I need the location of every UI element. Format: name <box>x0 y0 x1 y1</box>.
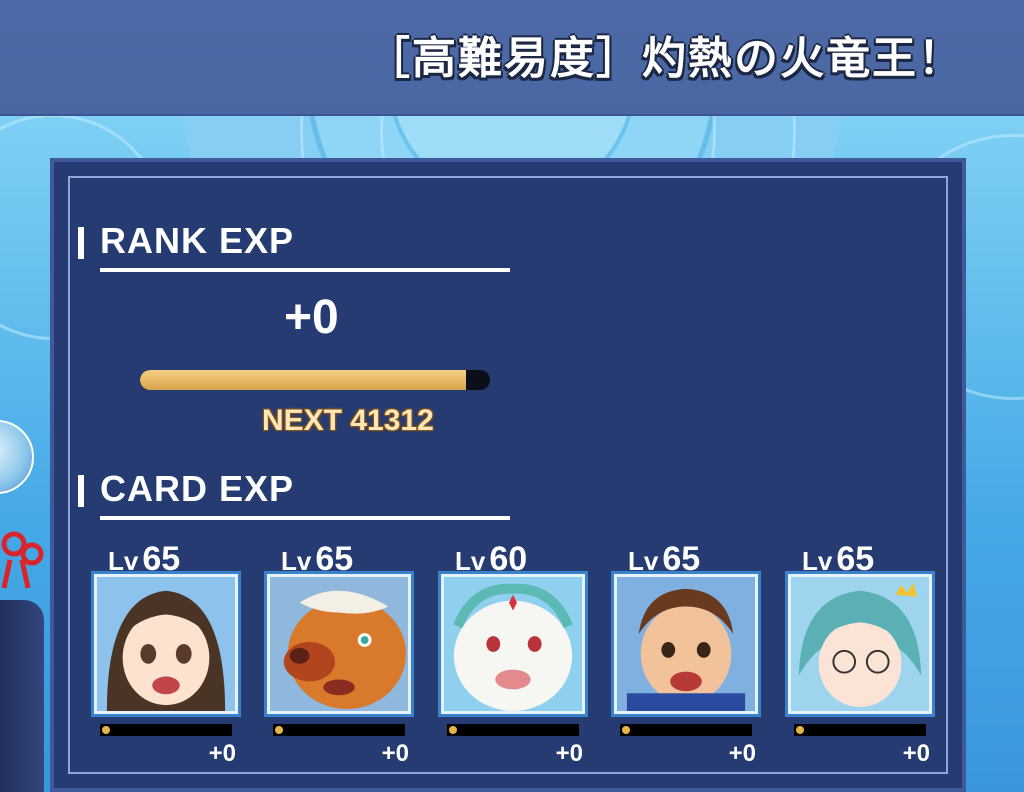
bear-beast-portrait[interactable] <box>264 571 414 717</box>
rank-exp-divider <box>100 268 510 272</box>
quest-header: ［高難易度］灼熱の火竜王！ <box>0 0 1024 116</box>
exp-bar-indicator <box>275 726 283 734</box>
level-label: Lv <box>802 546 833 576</box>
exp-bar-indicator <box>449 726 457 734</box>
rank-exp-bar-fill <box>140 370 466 390</box>
level-value: 65 <box>142 540 181 578</box>
brown-hair-boy-portrait[interactable] <box>611 571 761 717</box>
teal-hair-glasses-portrait[interactable] <box>785 571 935 717</box>
level-label: Lv <box>281 546 312 576</box>
red-ribbon-decoration <box>1 531 44 589</box>
exp-bar-indicator <box>102 726 110 734</box>
rank-next-exp: NEXT 41312 <box>262 404 434 437</box>
card-exp-gain: +0 <box>902 740 930 767</box>
card-exp-gain: +0 <box>728 740 756 767</box>
character-cloak-decoration <box>0 600 44 792</box>
card-exp-bar <box>273 724 405 736</box>
card-exp-divider <box>100 516 510 520</box>
card-exp-bar <box>100 724 232 736</box>
white-lion-portrait[interactable] <box>438 571 588 717</box>
level-value: 60 <box>489 540 528 578</box>
card-exp-bar <box>620 724 752 736</box>
card-slot[interactable]: Lv 60 +0 <box>438 540 589 767</box>
card-exp-gain: +0 <box>208 740 236 767</box>
card-slot[interactable]: Lv 65 +0 <box>91 540 242 767</box>
card-slot[interactable]: Lv 65 +0 <box>264 540 415 767</box>
rank-exp-title: RANK EXP <box>77 220 295 261</box>
card-exp-gain: +0 <box>555 740 583 767</box>
quest-title: ［高難易度］灼熱の火竜王！ <box>366 33 964 84</box>
exp-bar-indicator <box>796 726 804 734</box>
card-exp-gain: +0 <box>381 740 409 767</box>
card-slot[interactable]: Lv 65 +0 <box>611 540 762 767</box>
card-slot[interactable]: Lv 65 +0 <box>785 540 936 767</box>
card-exp-bar <box>447 724 579 736</box>
exp-bar-indicator <box>622 726 630 734</box>
level-value: 65 <box>315 540 354 578</box>
level-label: Lv <box>628 546 659 576</box>
level-value: 65 <box>836 540 875 578</box>
level-value: 65 <box>662 540 701 578</box>
card-exp-bar <box>794 724 926 736</box>
result-panel: RANK EXP +0 NEXT 41312 CARD EXP Lv65 +0 <box>50 158 966 792</box>
card-exp-title: CARD EXP <box>77 468 295 509</box>
rank-exp-bar <box>140 370 490 390</box>
level-label: Lv <box>108 546 139 576</box>
rank-exp-gain: +0 <box>284 291 339 344</box>
girl-dark-hair-portrait[interactable] <box>91 571 241 717</box>
level-label: Lv <box>455 546 486 576</box>
